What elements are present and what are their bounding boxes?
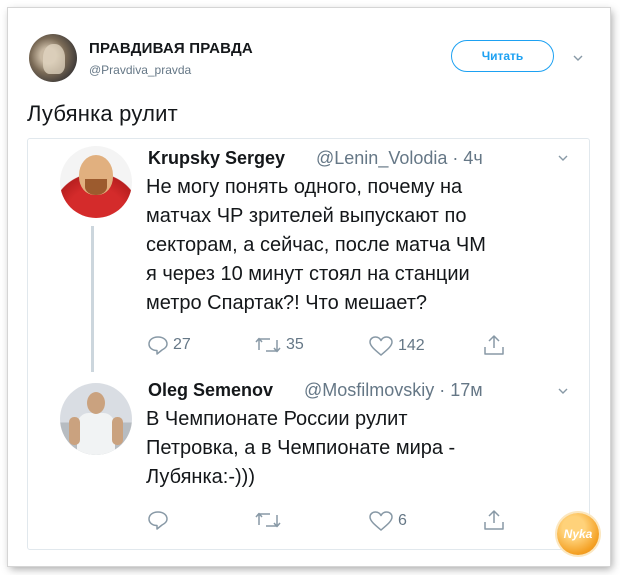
chevron-down-icon[interactable] (557, 152, 569, 164)
retweet-icon (255, 337, 281, 353)
reply-button[interactable]: 27 (147, 335, 191, 355)
reply-avatar[interactable] (60, 146, 132, 218)
tweet-text: Лубянка рулит (27, 101, 178, 126)
retweet-button[interactable] (254, 510, 286, 530)
reply-author-name[interactable]: Krupsky Sergey (148, 148, 285, 169)
reply-author-name[interactable]: Oleg Semenov (148, 380, 273, 401)
heart-icon (369, 336, 393, 356)
reply-avatar[interactable] (60, 383, 132, 455)
reply-author-handle[interactable]: @Lenin_Volodia · 4ч (316, 148, 483, 169)
share-button[interactable] (483, 333, 505, 357)
like-button[interactable]: 142 (368, 335, 425, 357)
reply-author-handle[interactable]: @Mosfilmovskiy · 17м (304, 380, 483, 401)
author-name[interactable]: ПРАВДИВАЯ ПРАВДА (89, 40, 253, 57)
share-icon (484, 335, 504, 355)
share-icon (484, 510, 504, 530)
heart-icon (369, 511, 393, 531)
reply-button[interactable] (147, 510, 173, 530)
reply-icon (148, 511, 168, 530)
like-count: 142 (398, 337, 425, 354)
author-avatar[interactable] (29, 34, 77, 82)
retweet-icon (255, 512, 281, 528)
reply-text: В Чемпионате России рулит Петровка, а в … (146, 408, 456, 488)
follow-button[interactable]: Читать (451, 40, 554, 72)
chevron-down-icon[interactable] (572, 52, 584, 64)
watermark-logo: Nyka (557, 513, 599, 555)
reply-text: Не могу понять одного, почему на матчах … (146, 176, 486, 314)
reply-icon (148, 336, 168, 355)
author-handle[interactable]: @Pravdiva_pravda (89, 63, 191, 77)
share-button[interactable] (483, 508, 505, 532)
like-button[interactable]: 6 (368, 510, 407, 532)
reply-count: 27 (173, 336, 191, 353)
chevron-down-icon[interactable] (557, 385, 569, 397)
retweet-button[interactable]: 35 (254, 335, 304, 355)
thread-connector-line (91, 226, 94, 372)
retweet-count: 35 (286, 336, 304, 353)
like-count: 6 (398, 512, 407, 529)
